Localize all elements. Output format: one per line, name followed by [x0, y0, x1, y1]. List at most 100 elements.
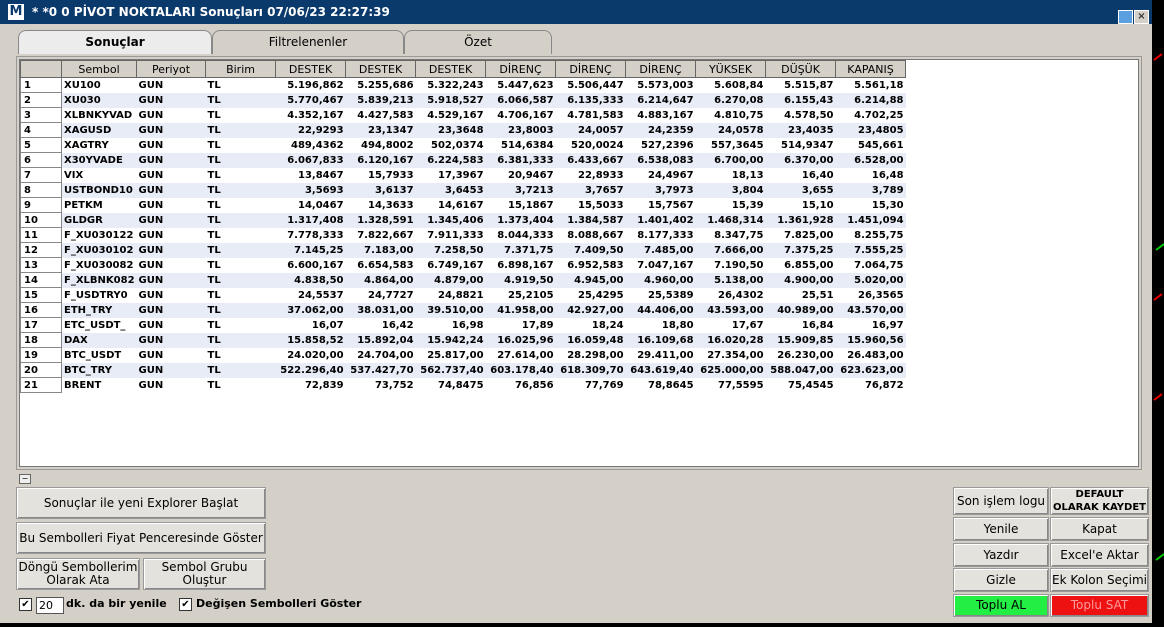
table-row[interactable]: 11 F_XU030122 GUN TL 7.778,333 7.822,667 7.911…	[20, 227, 906, 243]
column-header[interactable]: DİRENÇ	[485, 60, 557, 78]
table-cell: 6.214,88	[835, 92, 906, 108]
close-icon[interactable]: ×	[1134, 10, 1149, 24]
table-cell: 4.810,75	[714, 109, 764, 121]
last-log-button[interactable]: Son işlem logu	[953, 487, 1049, 515]
table-cell: 7.825,00	[784, 229, 834, 241]
print-button[interactable]: Yazdır	[953, 543, 1049, 567]
table-cell: 29.411,00	[637, 349, 694, 361]
bulk-buy-button[interactable]: Toplu AL	[953, 594, 1049, 617]
results-grid[interactable]: Sembol Periyot Birim DESTEK DESTEK DESTEK DİRE…	[19, 59, 1139, 467]
table-row[interactable]: 4 XAGUSD GUN TL 22,9293 23,1347 23,3648 23,8003…	[20, 122, 906, 138]
price-window-button[interactable]: Bu Sembolleri Fiyat Penceresinde Göster	[16, 522, 266, 554]
table-cell: 14,0467	[297, 199, 344, 211]
loop-symbols-button[interactable]: Döngü Sembollerim Olarak Ata	[16, 558, 140, 590]
twitter-icon[interactable]	[1118, 10, 1133, 24]
table-row[interactable]: 20 BTC_TRY GUN TL 522.296,40 537.427,70 562.73…	[20, 362, 906, 378]
table-cell: TL	[207, 109, 221, 121]
table-cell: 7.911,333	[427, 229, 484, 241]
table-cell: 7.555,25	[835, 242, 906, 258]
table-cell: 25,2105	[507, 289, 554, 301]
column-header[interactable]: Sembol	[60, 60, 138, 78]
table-row[interactable]: 6 X30YVADE GUN TL 6.067,833 6.120,167 6.224,58…	[20, 152, 906, 168]
table-cell: 40.989,00	[765, 302, 836, 318]
table-cell: 5.447,623	[497, 79, 554, 91]
close-button[interactable]: Kapat	[1050, 517, 1149, 541]
column-header[interactable]	[20, 60, 62, 78]
row-index: 20	[20, 362, 62, 378]
column-header[interactable]: KAPANIŞ	[835, 60, 907, 78]
table-cell: 23,4035	[765, 122, 836, 138]
chart-marks-icon	[1153, 53, 1164, 561]
table-cell: 23,8003	[485, 122, 556, 138]
table-row[interactable]: 14 F_XLBNK082 GUN TL 4.838,50 4.864,00 4.879,0…	[20, 272, 906, 288]
row-index: 12	[20, 242, 62, 258]
table-row[interactable]: 17 ETC_USDT_ GUN TL 16,07 16,42 16,98 17,89 18,2…	[20, 317, 906, 333]
table-row[interactable]: 2 XU030 GUN TL 5.770,467 5.839,213 5.918,527 6.…	[20, 92, 906, 108]
column-header[interactable]: DESTEK	[415, 60, 487, 78]
table-cell: TL	[207, 379, 221, 391]
table-cell: 7.145,25	[275, 242, 346, 258]
table-row[interactable]: 15 F_USDTRY0 GUN TL 24,5537 24,7727 24,8821 25,…	[20, 287, 906, 303]
table-cell: GUN	[136, 152, 206, 168]
column-header[interactable]: DİRENÇ	[555, 60, 627, 78]
tab-results[interactable]: Sonuçlar	[18, 30, 212, 54]
table-row[interactable]: 19 BTC_USDT GUN TL 24.020,00 24.704,00 25.817,…	[20, 347, 906, 363]
table-row[interactable]: 21 BRENT GUN TL 72,839 73,752 74,8475 76,856 77,…	[20, 377, 906, 393]
tab-summary[interactable]: Özet	[404, 30, 552, 54]
column-header[interactable]: Birim	[205, 60, 277, 78]
table-cell: 618.309,70	[555, 362, 626, 378]
table-cell: 6.528,00	[835, 152, 906, 168]
table-row[interactable]: 13 F_XU030082 GUN TL 6.600,167 6.654,583 6.749…	[20, 257, 906, 273]
table-cell: 494,8002	[361, 139, 414, 151]
table-row[interactable]: 7 VIX GUN TL 13,8467 15,7933 17,3967 20,9467 22,…	[20, 167, 906, 183]
column-header[interactable]: YÜKSEK	[695, 60, 767, 78]
bulk-sell-button[interactable]: Toplu SAT	[1050, 594, 1149, 617]
table-cell: 43.593,00	[695, 302, 766, 318]
table-cell: 6.066,587	[485, 92, 556, 108]
save-default-button[interactable]: DEFAULT OLARAK KAYDET	[1050, 487, 1149, 515]
table-cell: 77,769	[584, 379, 624, 391]
table-row[interactable]: 8 USTBOND10 GUN TL 3,5693 3,6137 3,6453 3,7213 3…	[20, 182, 906, 198]
table-cell: 16,84	[801, 319, 834, 331]
create-group-button[interactable]: Sembol Grubu Oluştur	[143, 558, 266, 590]
table-row[interactable]: 1 XU100 GUN TL 5.196,862 5.255,686 5.322,243 5.…	[20, 77, 906, 93]
table-row[interactable]: 12 F_XU030102 GUN TL 7.145,25 7.183,00 7.258,5…	[20, 242, 906, 258]
table-cell: 1.345,406	[415, 212, 486, 228]
auto-refresh-checkbox[interactable]: ✔	[19, 598, 32, 611]
table-cell: 75,4545	[787, 379, 834, 391]
table-row[interactable]: 5 XAGTRY GUN TL 489,4362 494,8002 502,0374 514,…	[20, 137, 906, 153]
table-cell: ETC_USDT_	[64, 319, 126, 331]
table-row[interactable]: 3 XLBNKYVAD GUN TL 4.352,167 4.427,583 4.529,1…	[20, 107, 906, 123]
collapse-button[interactable]: −	[19, 474, 31, 484]
extra-column-button[interactable]: Ek Kolon Seçimi	[1050, 568, 1149, 592]
table-row[interactable]: 10 GLDGR GUN TL 1.317,408 1.328,591 1.345,406 1…	[20, 212, 906, 228]
table-row[interactable]: 16 ETH_TRY GUN TL 37.062,00 38.031,00 39.510,0…	[20, 302, 906, 318]
results-panel: Sembol Periyot Birim DESTEK DESTEK DESTEK DİRE…	[16, 56, 1142, 470]
table-cell: F_XU030122	[64, 229, 134, 241]
column-header[interactable]: DÜŞÜK	[765, 60, 837, 78]
table-row[interactable]: 18 DAX GUN TL 15.858,52 15.892,04 15.942,24 16.…	[20, 332, 906, 348]
table-cell: 24.704,00	[357, 349, 414, 361]
excel-export-button[interactable]: Excel'e Aktar	[1050, 543, 1149, 567]
table-cell: 4.879,00	[415, 272, 486, 288]
refresh-button[interactable]: Yenile	[953, 517, 1049, 541]
column-header[interactable]: DİRENÇ	[625, 60, 697, 78]
hide-button[interactable]: Gizle	[953, 568, 1049, 592]
table-cell: TL	[205, 332, 276, 348]
explorer-button[interactable]: Sonuçlar ile yeni Explorer Başlat	[16, 487, 266, 519]
table-cell: 8.255,75	[854, 229, 904, 241]
row-index: 3	[20, 107, 62, 123]
column-header[interactable]: DESTEK	[345, 60, 417, 78]
table-cell: 26.230,00	[777, 349, 834, 361]
refresh-minutes-input[interactable]: 20	[36, 597, 64, 614]
row-index: 1	[20, 77, 62, 93]
row-index: 15	[20, 287, 62, 303]
column-header[interactable]: Periyot	[136, 60, 207, 78]
table-cell: 20,9467	[507, 169, 554, 181]
table-cell: TL	[205, 182, 276, 198]
column-header[interactable]: DESTEK	[275, 60, 347, 78]
table-row[interactable]: 9 PETKM GUN TL 14,0467 14,3633 14,6167 15,1867 1…	[20, 197, 906, 213]
tab-filtered[interactable]: Filtrelenenler	[212, 30, 404, 54]
table-cell: 39.510,00	[415, 302, 486, 318]
show-changed-checkbox[interactable]: ✔	[179, 598, 192, 611]
